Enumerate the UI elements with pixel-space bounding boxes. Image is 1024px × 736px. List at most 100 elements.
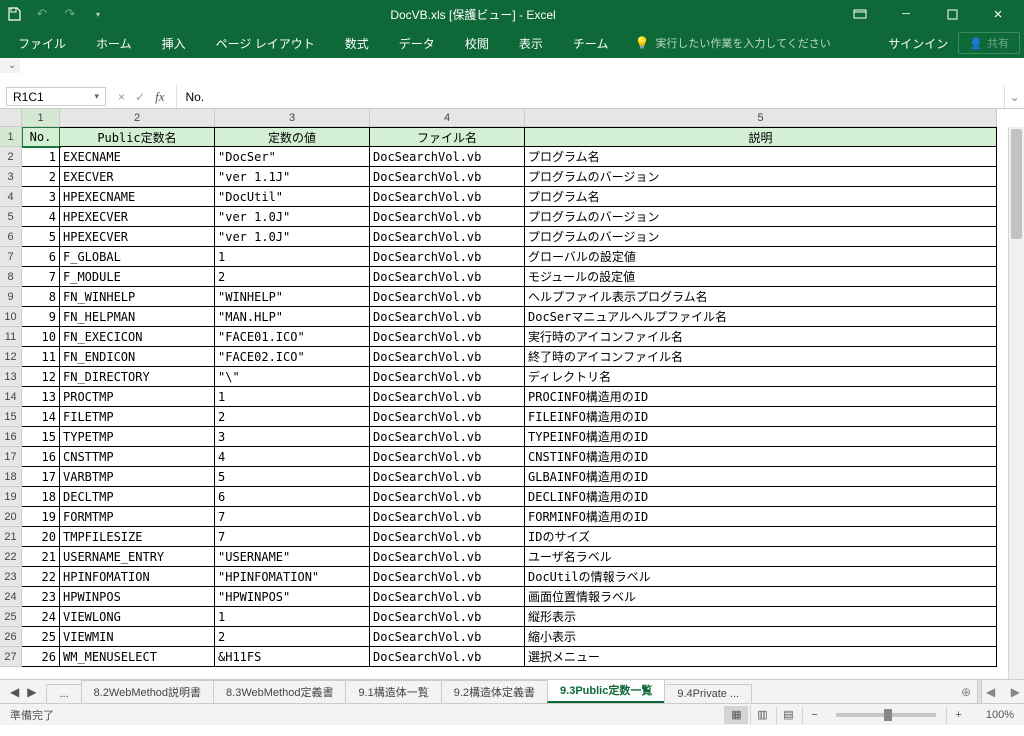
cell[interactable]: "ver 1.1J": [215, 167, 370, 187]
cell[interactable]: HPEXECVER: [60, 207, 215, 227]
tab-pagelayout[interactable]: ページ レイアウト: [202, 31, 329, 56]
cell[interactable]: 8: [22, 287, 60, 307]
expand-formula-bar-icon[interactable]: ⌄: [1004, 85, 1024, 108]
row-header[interactable]: 1: [0, 127, 22, 147]
tab-data[interactable]: データ: [385, 31, 449, 56]
collapse-ribbon-icon[interactable]: ⌄: [0, 58, 20, 73]
page-break-view-icon[interactable]: ▤: [776, 706, 800, 724]
select-all-corner[interactable]: [0, 109, 22, 127]
cell[interactable]: DocSearchVol.vb: [370, 347, 525, 367]
cell[interactable]: FN_HELPMAN: [60, 307, 215, 327]
cell[interactable]: 12: [22, 367, 60, 387]
undo-icon[interactable]: ↶: [34, 6, 50, 22]
ribbon-display-icon[interactable]: [840, 3, 880, 25]
cell[interactable]: 22: [22, 567, 60, 587]
cell[interactable]: 26: [22, 647, 60, 667]
cell[interactable]: プログラム名: [525, 147, 997, 167]
zoom-percent[interactable]: 100%: [972, 709, 1014, 721]
cell[interactable]: 25: [22, 627, 60, 647]
add-sheet-icon[interactable]: ⊕: [955, 680, 977, 703]
hscroll-left-icon[interactable]: ◀: [986, 685, 995, 699]
cell[interactable]: DocSearchVol.vb: [370, 527, 525, 547]
row-header[interactable]: 8: [0, 267, 22, 287]
tab-team[interactable]: チーム: [559, 31, 623, 56]
cell[interactable]: "\": [215, 367, 370, 387]
sheet-tab[interactable]: 9.1構造体一覧: [345, 680, 441, 703]
formula-input[interactable]: No.: [176, 85, 1004, 108]
header-cell[interactable]: No.: [22, 127, 60, 147]
cell[interactable]: FORMINFO構造用のID: [525, 507, 997, 527]
cell[interactable]: HPWINPOS: [60, 587, 215, 607]
cell[interactable]: プログラム名: [525, 187, 997, 207]
tab-formulas[interactable]: 数式: [331, 31, 383, 56]
cell[interactable]: CNSTTMP: [60, 447, 215, 467]
cell[interactable]: DocSearchVol.vb: [370, 187, 525, 207]
cell[interactable]: DocSearchVol.vb: [370, 287, 525, 307]
hscroll-right-icon[interactable]: ▶: [1011, 685, 1020, 699]
column-header[interactable]: 4: [370, 109, 525, 127]
cell[interactable]: 18: [22, 487, 60, 507]
cell[interactable]: TYPETMP: [60, 427, 215, 447]
header-cell[interactable]: 定数の値: [215, 127, 370, 147]
cell[interactable]: 9: [22, 307, 60, 327]
row-header[interactable]: 15: [0, 407, 22, 427]
cell[interactable]: FILEINFO構造用のID: [525, 407, 997, 427]
normal-view-icon[interactable]: ▦: [724, 706, 748, 724]
cells-area[interactable]: No.Public定数名定数の値ファイル名説明1EXECNAME"DocSer"…: [22, 127, 1008, 679]
cell[interactable]: FILETMP: [60, 407, 215, 427]
row-header[interactable]: 14: [0, 387, 22, 407]
cell[interactable]: F_GLOBAL: [60, 247, 215, 267]
row-header[interactable]: 9: [0, 287, 22, 307]
cell[interactable]: VIEWLONG: [60, 607, 215, 627]
cell[interactable]: FN_EXECICON: [60, 327, 215, 347]
cell[interactable]: 5: [215, 467, 370, 487]
header-cell[interactable]: ファイル名: [370, 127, 525, 147]
cell[interactable]: TMPFILESIZE: [60, 527, 215, 547]
sheet-prev-icon[interactable]: ◀: [10, 685, 19, 699]
cell[interactable]: DocSearchVol.vb: [370, 147, 525, 167]
cell[interactable]: FN_DIRECTORY: [60, 367, 215, 387]
cell[interactable]: TYPEINFO構造用のID: [525, 427, 997, 447]
cell[interactable]: 21: [22, 547, 60, 567]
qat-dropdown-icon[interactable]: ▾: [90, 6, 106, 22]
cell[interactable]: "USERNAME": [215, 547, 370, 567]
cell[interactable]: 4: [22, 207, 60, 227]
sheet-tab-overflow[interactable]: ...: [46, 684, 81, 703]
chevron-down-icon[interactable]: ▾: [94, 91, 99, 102]
cell[interactable]: DocSearchVol.vb: [370, 647, 525, 667]
cell[interactable]: 選択メニュー: [525, 647, 997, 667]
cell[interactable]: プログラムのバージョン: [525, 167, 997, 187]
cell[interactable]: GLBAINFO構造用のID: [525, 467, 997, 487]
redo-icon[interactable]: ↷: [62, 6, 78, 22]
row-header[interactable]: 4: [0, 187, 22, 207]
vertical-scrollbar[interactable]: [1008, 127, 1024, 679]
cell[interactable]: DocSearchVol.vb: [370, 607, 525, 627]
cell[interactable]: "HPWINPOS": [215, 587, 370, 607]
cell[interactable]: 実行時のアイコンファイル名: [525, 327, 997, 347]
row-header[interactable]: 24: [0, 587, 22, 607]
cell[interactable]: HPINFOMATION: [60, 567, 215, 587]
cell[interactable]: IDのサイズ: [525, 527, 997, 547]
cell[interactable]: 10: [22, 327, 60, 347]
row-header[interactable]: 23: [0, 567, 22, 587]
zoom-slider-thumb[interactable]: [884, 709, 892, 721]
enter-icon[interactable]: ✓: [135, 90, 145, 104]
sheet-tab[interactable]: 8.3WebMethod定義書: [213, 680, 346, 703]
cell[interactable]: 1: [215, 387, 370, 407]
page-layout-view-icon[interactable]: ▥: [750, 706, 774, 724]
cell[interactable]: "ver 1.0J": [215, 207, 370, 227]
cell[interactable]: ヘルプファイル表示プログラム名: [525, 287, 997, 307]
cell[interactable]: ユーザ名ラベル: [525, 547, 997, 567]
cell[interactable]: "FACE01.ICO": [215, 327, 370, 347]
cell[interactable]: DocSearchVol.vb: [370, 207, 525, 227]
cell[interactable]: DocUtilの情報ラベル: [525, 567, 997, 587]
close-icon[interactable]: ×: [978, 3, 1018, 25]
cell[interactable]: DocSerマニュアルヘルプファイル名: [525, 307, 997, 327]
cell[interactable]: 16: [22, 447, 60, 467]
row-header[interactable]: 19: [0, 487, 22, 507]
cell[interactable]: 17: [22, 467, 60, 487]
cell[interactable]: USERNAME_ENTRY: [60, 547, 215, 567]
row-header[interactable]: 2: [0, 147, 22, 167]
cell[interactable]: HPEXECNAME: [60, 187, 215, 207]
maximize-icon[interactable]: [932, 3, 972, 25]
